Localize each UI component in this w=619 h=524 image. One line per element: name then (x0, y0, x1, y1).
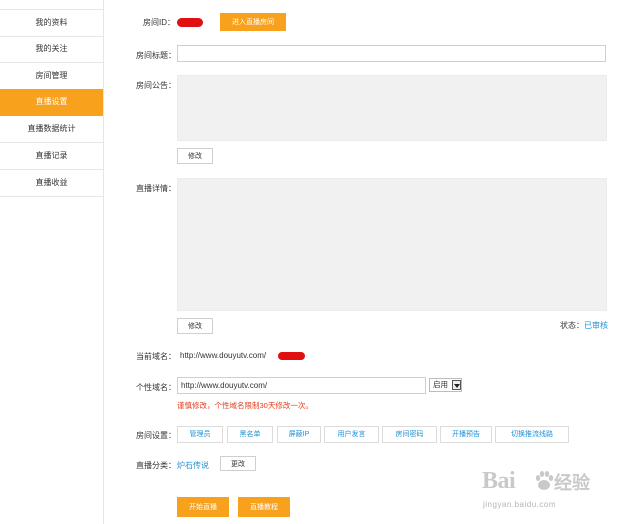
current-domain-value: http://www.douyutv.com/ (180, 351, 267, 360)
live-detail-label: 直播详情： (136, 184, 176, 193)
custom-domain-prefix: http://www.douyutv.com/ (181, 381, 268, 390)
custom-domain-label: 个性域名： (136, 383, 176, 392)
room-notice-textarea[interactable] (177, 75, 607, 141)
category-change-button[interactable]: 更改 (220, 456, 256, 471)
settings-live-preview-button[interactable]: 开播预告 (440, 426, 492, 443)
chevron-down-icon[interactable] (452, 380, 461, 390)
settings-user-speech-button[interactable]: 用户发言 (324, 426, 379, 443)
sidebar-item-room-management[interactable]: 房间管理 (0, 63, 103, 90)
settings-room-password-button[interactable]: 房间密码 (382, 426, 437, 443)
detail-edit-button[interactable]: 修改 (177, 318, 213, 334)
settings-blacklist-button[interactable]: 黑名单 (227, 426, 273, 443)
custom-domain-field[interactable]: http://www.douyutv.com/ (177, 377, 426, 394)
sidebar-item-live-records[interactable]: 直播记录 (0, 143, 103, 170)
domain-enable-select-value: 启用 (433, 380, 448, 389)
sidebar-item-live-income[interactable]: 直播收益 (0, 170, 103, 197)
sidebar: 我的资料 我的关注 房间管理 直播设置 直播数据统计 直播记录 直播收益 (0, 0, 104, 524)
status-value: 已审核 (584, 321, 608, 330)
paw-icon (535, 471, 554, 490)
room-notice-label: 房间公告： (136, 81, 176, 90)
baidu-watermark-url: jingyan.baidu.com (483, 500, 556, 509)
baidu-watermark-text: 经验 (554, 473, 590, 493)
room-title-input[interactable] (177, 45, 606, 62)
start-live-button[interactable]: 开始直播 (177, 497, 229, 517)
settings-admin-button[interactable]: 管理员 (177, 426, 223, 443)
enter-live-room-button[interactable]: 进入直播房间 (220, 13, 286, 31)
settings-block-ip-button[interactable]: 屏蔽IP (277, 426, 321, 443)
sidebar-item-live-settings[interactable]: 直播设置 (0, 89, 103, 116)
sidebar-item-my-follows[interactable]: 我的关注 (0, 36, 103, 63)
sidebar-item-live-stats[interactable]: 直播数据统计 (0, 116, 103, 143)
current-domain-redaction (278, 352, 305, 360)
notice-edit-button[interactable]: 修改 (177, 148, 213, 164)
category-value[interactable]: 炉石传说 (177, 460, 209, 471)
baidu-watermark-logo: Bai (482, 468, 516, 494)
current-domain-label: 当前域名： (136, 352, 176, 361)
room-settings-label: 房间设置： (136, 431, 176, 440)
settings-switch-stream-button[interactable]: 切换推流线路 (495, 426, 569, 443)
review-status: 状态：已审核 (560, 320, 608, 331)
room-id-label: 房间ID： (143, 18, 175, 27)
sidebar-item-my-profile[interactable]: 我的资料 (0, 9, 103, 37)
live-tutorial-button[interactable]: 直播教程 (238, 497, 290, 517)
room-id-redaction (177, 18, 203, 27)
status-label: 状态： (560, 321, 584, 330)
category-label: 直播分类： (136, 461, 176, 470)
domain-warning: 谨慎修改，个性域名限制30天修改一次。 (177, 401, 313, 410)
live-detail-textarea[interactable] (177, 178, 607, 311)
room-title-label: 房间标题： (136, 51, 176, 60)
